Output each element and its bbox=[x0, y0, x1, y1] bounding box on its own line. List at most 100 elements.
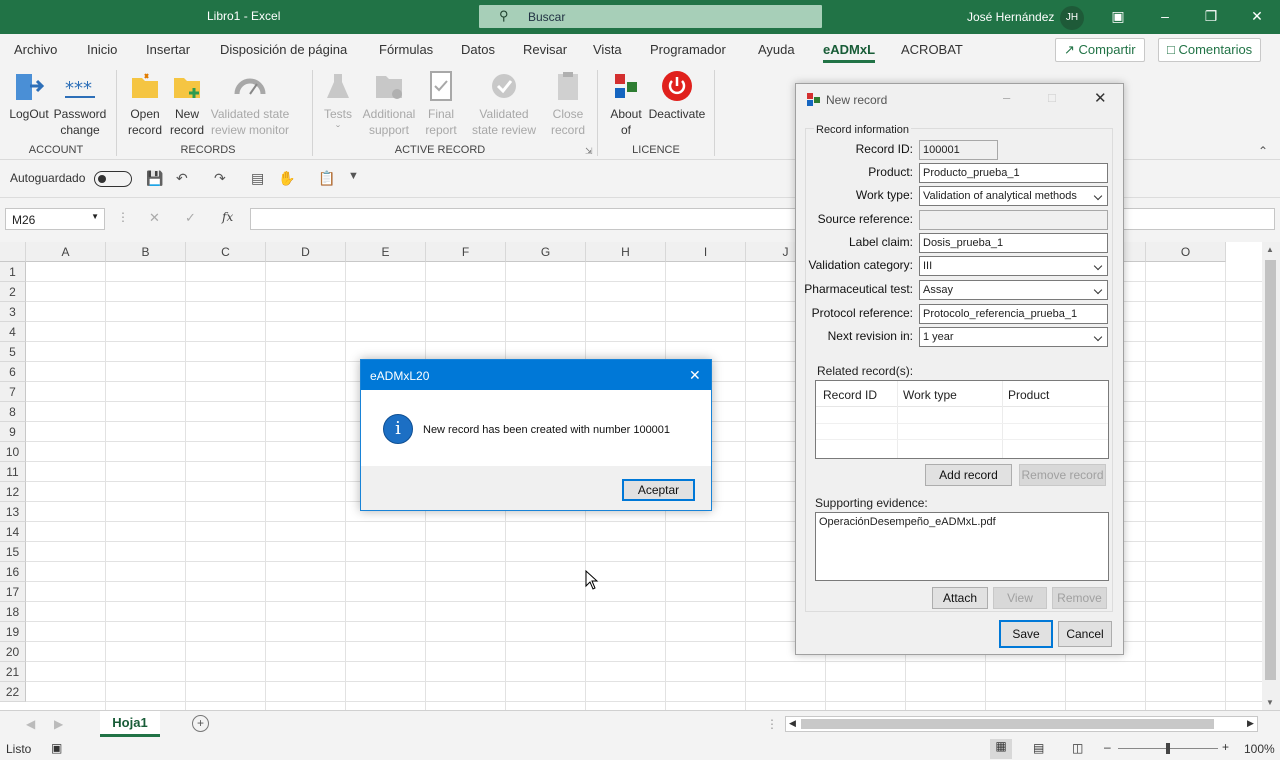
column-header-d[interactable]: D bbox=[266, 242, 346, 262]
row-header-20[interactable]: 20 bbox=[0, 642, 26, 662]
view-button[interactable]: View bbox=[993, 587, 1047, 609]
row-header-18[interactable]: 18 bbox=[0, 602, 26, 622]
related-col-product[interactable]: Product bbox=[1008, 388, 1049, 402]
restore-icon[interactable]: ❐ bbox=[1201, 8, 1221, 25]
about-button[interactable]: About of bbox=[604, 70, 648, 138]
add-sheet-icon[interactable]: + bbox=[192, 715, 209, 732]
horizontal-scrollbar[interactable]: ◀ ▶ bbox=[785, 716, 1258, 732]
new-record-button[interactable]: New record bbox=[166, 70, 208, 138]
page-layout-icon[interactable]: ▤ bbox=[1033, 741, 1044, 755]
search-box[interactable]: ⚲ Buscar bbox=[479, 5, 822, 28]
dialog-launcher-icon[interactable]: ⇲ bbox=[585, 146, 593, 157]
column-header-f[interactable]: F bbox=[426, 242, 506, 262]
related-col-work-type[interactable]: Work type bbox=[903, 388, 957, 402]
row-header-9[interactable]: 9 bbox=[0, 422, 26, 442]
vertical-scrollbar[interactable]: ▲ ▼ bbox=[1262, 242, 1280, 710]
add-record-button[interactable]: Add record bbox=[925, 464, 1012, 486]
tab-inicio[interactable]: Inicio bbox=[87, 42, 117, 57]
row-header-15[interactable]: 15 bbox=[0, 542, 26, 562]
save-button[interactable]: Save bbox=[999, 620, 1053, 648]
ok-button[interactable]: Aceptar bbox=[622, 479, 695, 501]
column-header-g[interactable]: G bbox=[506, 242, 586, 262]
column-header-b[interactable]: B bbox=[106, 242, 186, 262]
tab-vista[interactable]: Vista bbox=[593, 42, 622, 57]
row-header-19[interactable]: 19 bbox=[0, 622, 26, 642]
save-icon[interactable]: 💾 bbox=[146, 170, 163, 187]
tab-programador[interactable]: Programador bbox=[650, 42, 726, 57]
ribbon-display-icon[interactable]: ▣ bbox=[1108, 8, 1128, 25]
undo-icon[interactable]: ↶ bbox=[176, 170, 188, 187]
related-records-table[interactable]: Record ID Work type Product bbox=[815, 380, 1109, 459]
tab-revisar[interactable]: Revisar bbox=[523, 42, 567, 57]
enter-formula-icon[interactable]: ✓ bbox=[185, 210, 196, 226]
close-record-button[interactable]: Close record bbox=[546, 70, 590, 138]
cancel-button[interactable]: Cancel bbox=[1058, 621, 1112, 647]
open-record-button[interactable]: Open record bbox=[122, 70, 168, 138]
row-header-17[interactable]: 17 bbox=[0, 582, 26, 602]
macro-record-icon[interactable]: ▣ bbox=[51, 741, 62, 755]
logout-button[interactable]: LogOut bbox=[6, 70, 52, 122]
column-header-c[interactable]: C bbox=[186, 242, 266, 262]
label-claim-input[interactable]: Dosis_prueba_1 bbox=[919, 233, 1108, 253]
scroll-right-icon[interactable]: ▶ bbox=[1247, 718, 1254, 729]
next-revision-select[interactable]: 1 year bbox=[919, 327, 1108, 347]
pharmaceutical-test-select[interactable]: Assay bbox=[919, 280, 1108, 300]
scroll-left-icon[interactable]: ◀ bbox=[789, 718, 796, 729]
row-header-22[interactable]: 22 bbox=[0, 682, 26, 702]
tab-acrobat[interactable]: ACROBAT bbox=[901, 42, 963, 57]
page-break-icon[interactable]: ◫ bbox=[1072, 741, 1083, 755]
deactivate-button[interactable]: Deactivate bbox=[646, 70, 708, 122]
cancel-formula-icon[interactable]: ✕ bbox=[149, 210, 160, 226]
minimize-icon[interactable]: – bbox=[1155, 8, 1175, 24]
zoom-slider-thumb[interactable] bbox=[1166, 743, 1170, 754]
product-input[interactable]: Producto_prueba_1 bbox=[919, 163, 1108, 183]
row-header-4[interactable]: 4 bbox=[0, 322, 26, 342]
password-change-button[interactable]: *** Password change bbox=[52, 70, 108, 138]
scroll-up-icon[interactable]: ▲ bbox=[1266, 245, 1274, 254]
column-header-a[interactable]: A bbox=[26, 242, 106, 262]
comments-button[interactable]: □ Comentarios bbox=[1158, 38, 1262, 62]
column-header-i[interactable]: I bbox=[666, 242, 746, 262]
autosave-toggle[interactable] bbox=[94, 171, 132, 187]
avatar[interactable]: JH bbox=[1060, 6, 1084, 30]
message-close-icon[interactable]: ✕ bbox=[689, 367, 701, 384]
validated-review-button[interactable]: Validated state review bbox=[468, 70, 540, 138]
additional-support-button[interactable]: Additional support bbox=[358, 70, 420, 138]
zoom-out-icon[interactable]: – bbox=[1104, 740, 1111, 754]
next-sheet-icon[interactable]: ▶ bbox=[54, 717, 63, 731]
evidence-list[interactable]: OperaciónDesempeño_eADMxL.pdf bbox=[815, 512, 1109, 581]
dialog-close-icon[interactable]: ✕ bbox=[1094, 89, 1107, 107]
share-button[interactable]: ↗ Compartir bbox=[1055, 38, 1145, 62]
row-header-14[interactable]: 14 bbox=[0, 522, 26, 542]
scroll-down-icon[interactable]: ▼ bbox=[1266, 698, 1274, 707]
remove-record-button[interactable]: Remove record bbox=[1019, 464, 1106, 486]
row-header-6[interactable]: 6 bbox=[0, 362, 26, 382]
row-header-8[interactable]: 8 bbox=[0, 402, 26, 422]
tab-archivo[interactable]: Archivo bbox=[14, 42, 57, 57]
row-header-11[interactable]: 11 bbox=[0, 462, 26, 482]
validation-category-select[interactable]: III bbox=[919, 256, 1108, 276]
column-header-h[interactable]: H bbox=[586, 242, 666, 262]
name-box[interactable]: M26 ▼ bbox=[5, 208, 105, 230]
horizontal-scroll-thumb[interactable] bbox=[801, 719, 1214, 729]
column-header-o[interactable]: O bbox=[1146, 242, 1226, 262]
insert-function-icon[interactable]: fx bbox=[222, 210, 233, 224]
row-header-21[interactable]: 21 bbox=[0, 662, 26, 682]
zoom-in-icon[interactable]: + bbox=[1222, 740, 1229, 754]
tab-formulas[interactable]: Fórmulas bbox=[379, 42, 433, 57]
attach-button[interactable]: Attach bbox=[932, 587, 988, 609]
column-header-e[interactable]: E bbox=[346, 242, 426, 262]
final-report-button[interactable]: Final report bbox=[420, 70, 462, 138]
user-name[interactable]: José Hernández bbox=[967, 10, 1054, 24]
remove-button[interactable]: Remove bbox=[1052, 587, 1107, 609]
row-header-5[interactable]: 5 bbox=[0, 342, 26, 362]
prev-sheet-icon[interactable]: ◀ bbox=[26, 717, 35, 731]
redo-icon[interactable]: ↷ bbox=[214, 170, 226, 187]
row-header-10[interactable]: 10 bbox=[0, 442, 26, 462]
split-handle-icon[interactable]: ⋮ bbox=[766, 717, 778, 731]
tab-ayuda[interactable]: Ayuda bbox=[758, 42, 795, 57]
related-col-record-id[interactable]: Record ID bbox=[823, 388, 877, 402]
tab-insertar[interactable]: Insertar bbox=[146, 42, 190, 57]
paste-icon[interactable]: 📋 bbox=[318, 170, 335, 187]
row-header-12[interactable]: 12 bbox=[0, 482, 26, 502]
